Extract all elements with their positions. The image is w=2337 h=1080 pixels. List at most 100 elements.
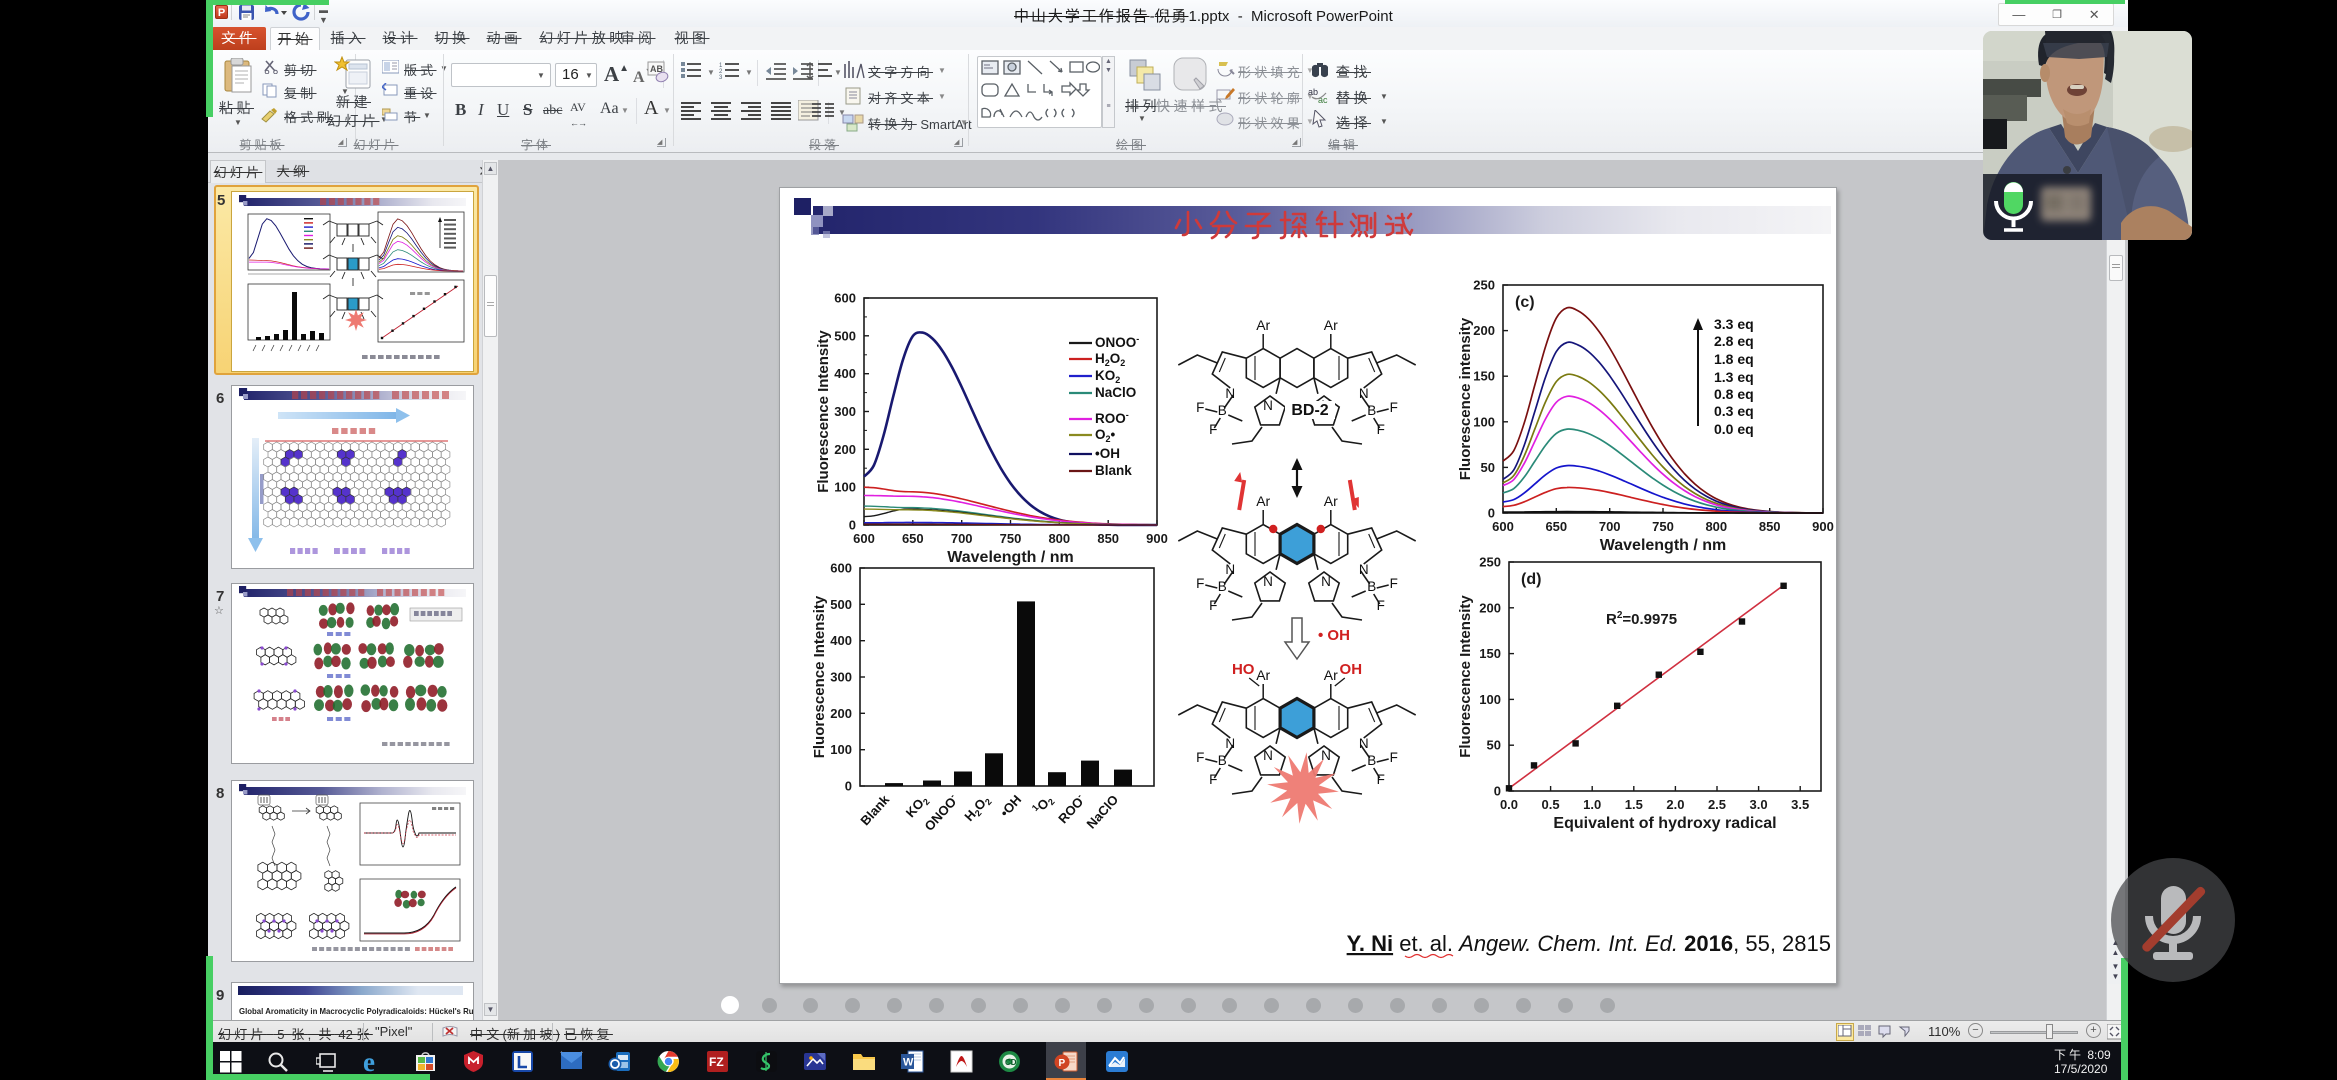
- svg-text:H2O2: H2O2: [961, 792, 993, 825]
- svg-text:300: 300: [834, 404, 856, 419]
- svg-text:3.5: 3.5: [1791, 797, 1809, 812]
- svg-text:Equivalent of hydroxy radical: Equivalent of hydroxy radical: [1553, 815, 1776, 832]
- svg-text:N: N: [1359, 386, 1369, 401]
- svg-text:B: B: [1218, 579, 1227, 594]
- svg-text:Ar: Ar: [1324, 317, 1338, 333]
- svg-text:50: 50: [1481, 460, 1495, 475]
- svg-text:HO: HO: [1232, 661, 1255, 678]
- svg-text:200: 200: [1479, 600, 1501, 615]
- svg-text:F: F: [1390, 576, 1398, 591]
- svg-text:850: 850: [1759, 519, 1781, 534]
- svg-text:N: N: [1263, 398, 1273, 413]
- svg-text:Fluorescence Intensity: Fluorescence Intensity: [815, 330, 832, 493]
- svg-text:0.5: 0.5: [1542, 797, 1560, 812]
- svg-text:Ar: Ar: [1324, 493, 1338, 509]
- svg-text:Fluorescence Intensity: Fluorescence Intensity: [1457, 595, 1474, 758]
- svg-text:1.5: 1.5: [1625, 797, 1643, 812]
- svg-text:•OH: •OH: [1095, 446, 1120, 461]
- svg-text:F: F: [1196, 576, 1204, 591]
- svg-text:F: F: [1209, 772, 1217, 787]
- svg-text:Fluorescence Intensity: Fluorescence Intensity: [811, 595, 828, 758]
- svg-text:Ar: Ar: [1256, 317, 1270, 333]
- svg-text:250: 250: [1473, 278, 1495, 293]
- svg-text:2.5: 2.5: [1708, 797, 1726, 812]
- svg-text:•OH: •OH: [997, 792, 1024, 820]
- svg-text:Wavelength / nm: Wavelength / nm: [1600, 537, 1727, 554]
- svg-text:400: 400: [834, 366, 856, 381]
- svg-text:N: N: [1263, 574, 1273, 589]
- svg-text:100: 100: [1479, 692, 1501, 707]
- svg-text:900: 900: [1812, 519, 1834, 534]
- svg-text:Ar: Ar: [1256, 667, 1270, 683]
- svg-text:B: B: [1367, 579, 1376, 594]
- svg-text:500: 500: [830, 597, 852, 612]
- svg-text:F: F: [1196, 750, 1204, 765]
- svg-text:ONOO-: ONOO-: [921, 791, 961, 833]
- svg-text:750: 750: [1652, 519, 1674, 534]
- svg-text:B: B: [1367, 753, 1376, 768]
- svg-text:700: 700: [951, 531, 973, 546]
- svg-text:Fluorescence intensity: Fluorescence intensity: [1457, 317, 1474, 480]
- svg-text:100: 100: [834, 480, 856, 495]
- svg-text:300: 300: [830, 670, 852, 685]
- svg-text:OH: OH: [1340, 661, 1363, 678]
- svg-text:R2=0.9975: R2=0.9975: [1606, 610, 1677, 628]
- svg-text:400: 400: [830, 633, 852, 648]
- svg-text:• OH: • OH: [1318, 627, 1350, 644]
- svg-text:NaClO: NaClO: [1095, 385, 1136, 400]
- svg-text:BD-2: BD-2: [1291, 402, 1328, 419]
- svg-text:N: N: [1359, 562, 1369, 577]
- svg-text:2.8 eq: 2.8 eq: [1714, 333, 1754, 349]
- svg-text:100: 100: [830, 742, 852, 757]
- svg-text:Wavelength / nm: Wavelength / nm: [947, 549, 1074, 566]
- svg-text:0: 0: [845, 779, 852, 794]
- svg-text:800: 800: [1705, 519, 1727, 534]
- svg-text:0.8 eq: 0.8 eq: [1714, 386, 1754, 402]
- svg-text:200: 200: [830, 706, 852, 721]
- svg-text:N: N: [1263, 748, 1273, 763]
- svg-text:Ar: Ar: [1256, 493, 1270, 509]
- svg-text:(d): (d): [1521, 571, 1541, 588]
- svg-text:900: 900: [1146, 531, 1168, 546]
- svg-text:N: N: [1225, 386, 1235, 401]
- svg-text:150: 150: [1473, 369, 1495, 384]
- svg-text:600: 600: [1492, 519, 1514, 534]
- svg-text:1.3 eq: 1.3 eq: [1714, 369, 1754, 385]
- svg-text:0.0: 0.0: [1500, 797, 1518, 812]
- svg-text:850: 850: [1097, 531, 1119, 546]
- svg-text:B: B: [1218, 753, 1227, 768]
- svg-text:N: N: [1321, 574, 1331, 589]
- svg-text:3.3 eq: 3.3 eq: [1714, 316, 1754, 332]
- svg-text:ROO-: ROO-: [1095, 410, 1129, 426]
- svg-text:F: F: [1377, 422, 1385, 437]
- svg-text:1.8 eq: 1.8 eq: [1714, 351, 1754, 367]
- svg-text:O2•: O2•: [1095, 427, 1116, 444]
- svg-text:650: 650: [1545, 519, 1567, 534]
- svg-text:B: B: [1367, 403, 1376, 418]
- svg-text:2.0: 2.0: [1666, 797, 1684, 812]
- svg-text:F: F: [1390, 400, 1398, 415]
- svg-text:FZ: FZ: [709, 1055, 724, 1069]
- svg-text:N: N: [1225, 562, 1235, 577]
- svg-text:3: 3: [719, 75, 723, 80]
- svg-text:F: F: [1196, 400, 1204, 415]
- svg-text:500: 500: [834, 328, 856, 343]
- svg-text:0.3 eq: 0.3 eq: [1714, 403, 1754, 419]
- svg-text:250: 250: [1479, 555, 1501, 570]
- svg-text:3.0: 3.0: [1750, 797, 1768, 812]
- svg-text:50: 50: [1487, 738, 1501, 753]
- svg-text:650: 650: [902, 531, 924, 546]
- svg-text:(c): (c): [1515, 294, 1535, 311]
- svg-text:W: W: [903, 1057, 914, 1069]
- svg-text:ab: ab: [1308, 87, 1318, 97]
- svg-text:0.0 eq: 0.0 eq: [1714, 421, 1754, 437]
- svg-text:N: N: [1359, 736, 1369, 751]
- svg-text:F: F: [1209, 422, 1217, 437]
- svg-text:1O2: 1O2: [1030, 791, 1057, 818]
- svg-text:ONOO-: ONOO-: [1095, 334, 1139, 350]
- svg-text:1.0: 1.0: [1583, 797, 1601, 812]
- svg-text:Blank: Blank: [857, 791, 892, 828]
- svg-text:B: B: [1218, 403, 1227, 418]
- svg-text:100: 100: [1473, 414, 1495, 429]
- svg-text:600: 600: [830, 561, 852, 576]
